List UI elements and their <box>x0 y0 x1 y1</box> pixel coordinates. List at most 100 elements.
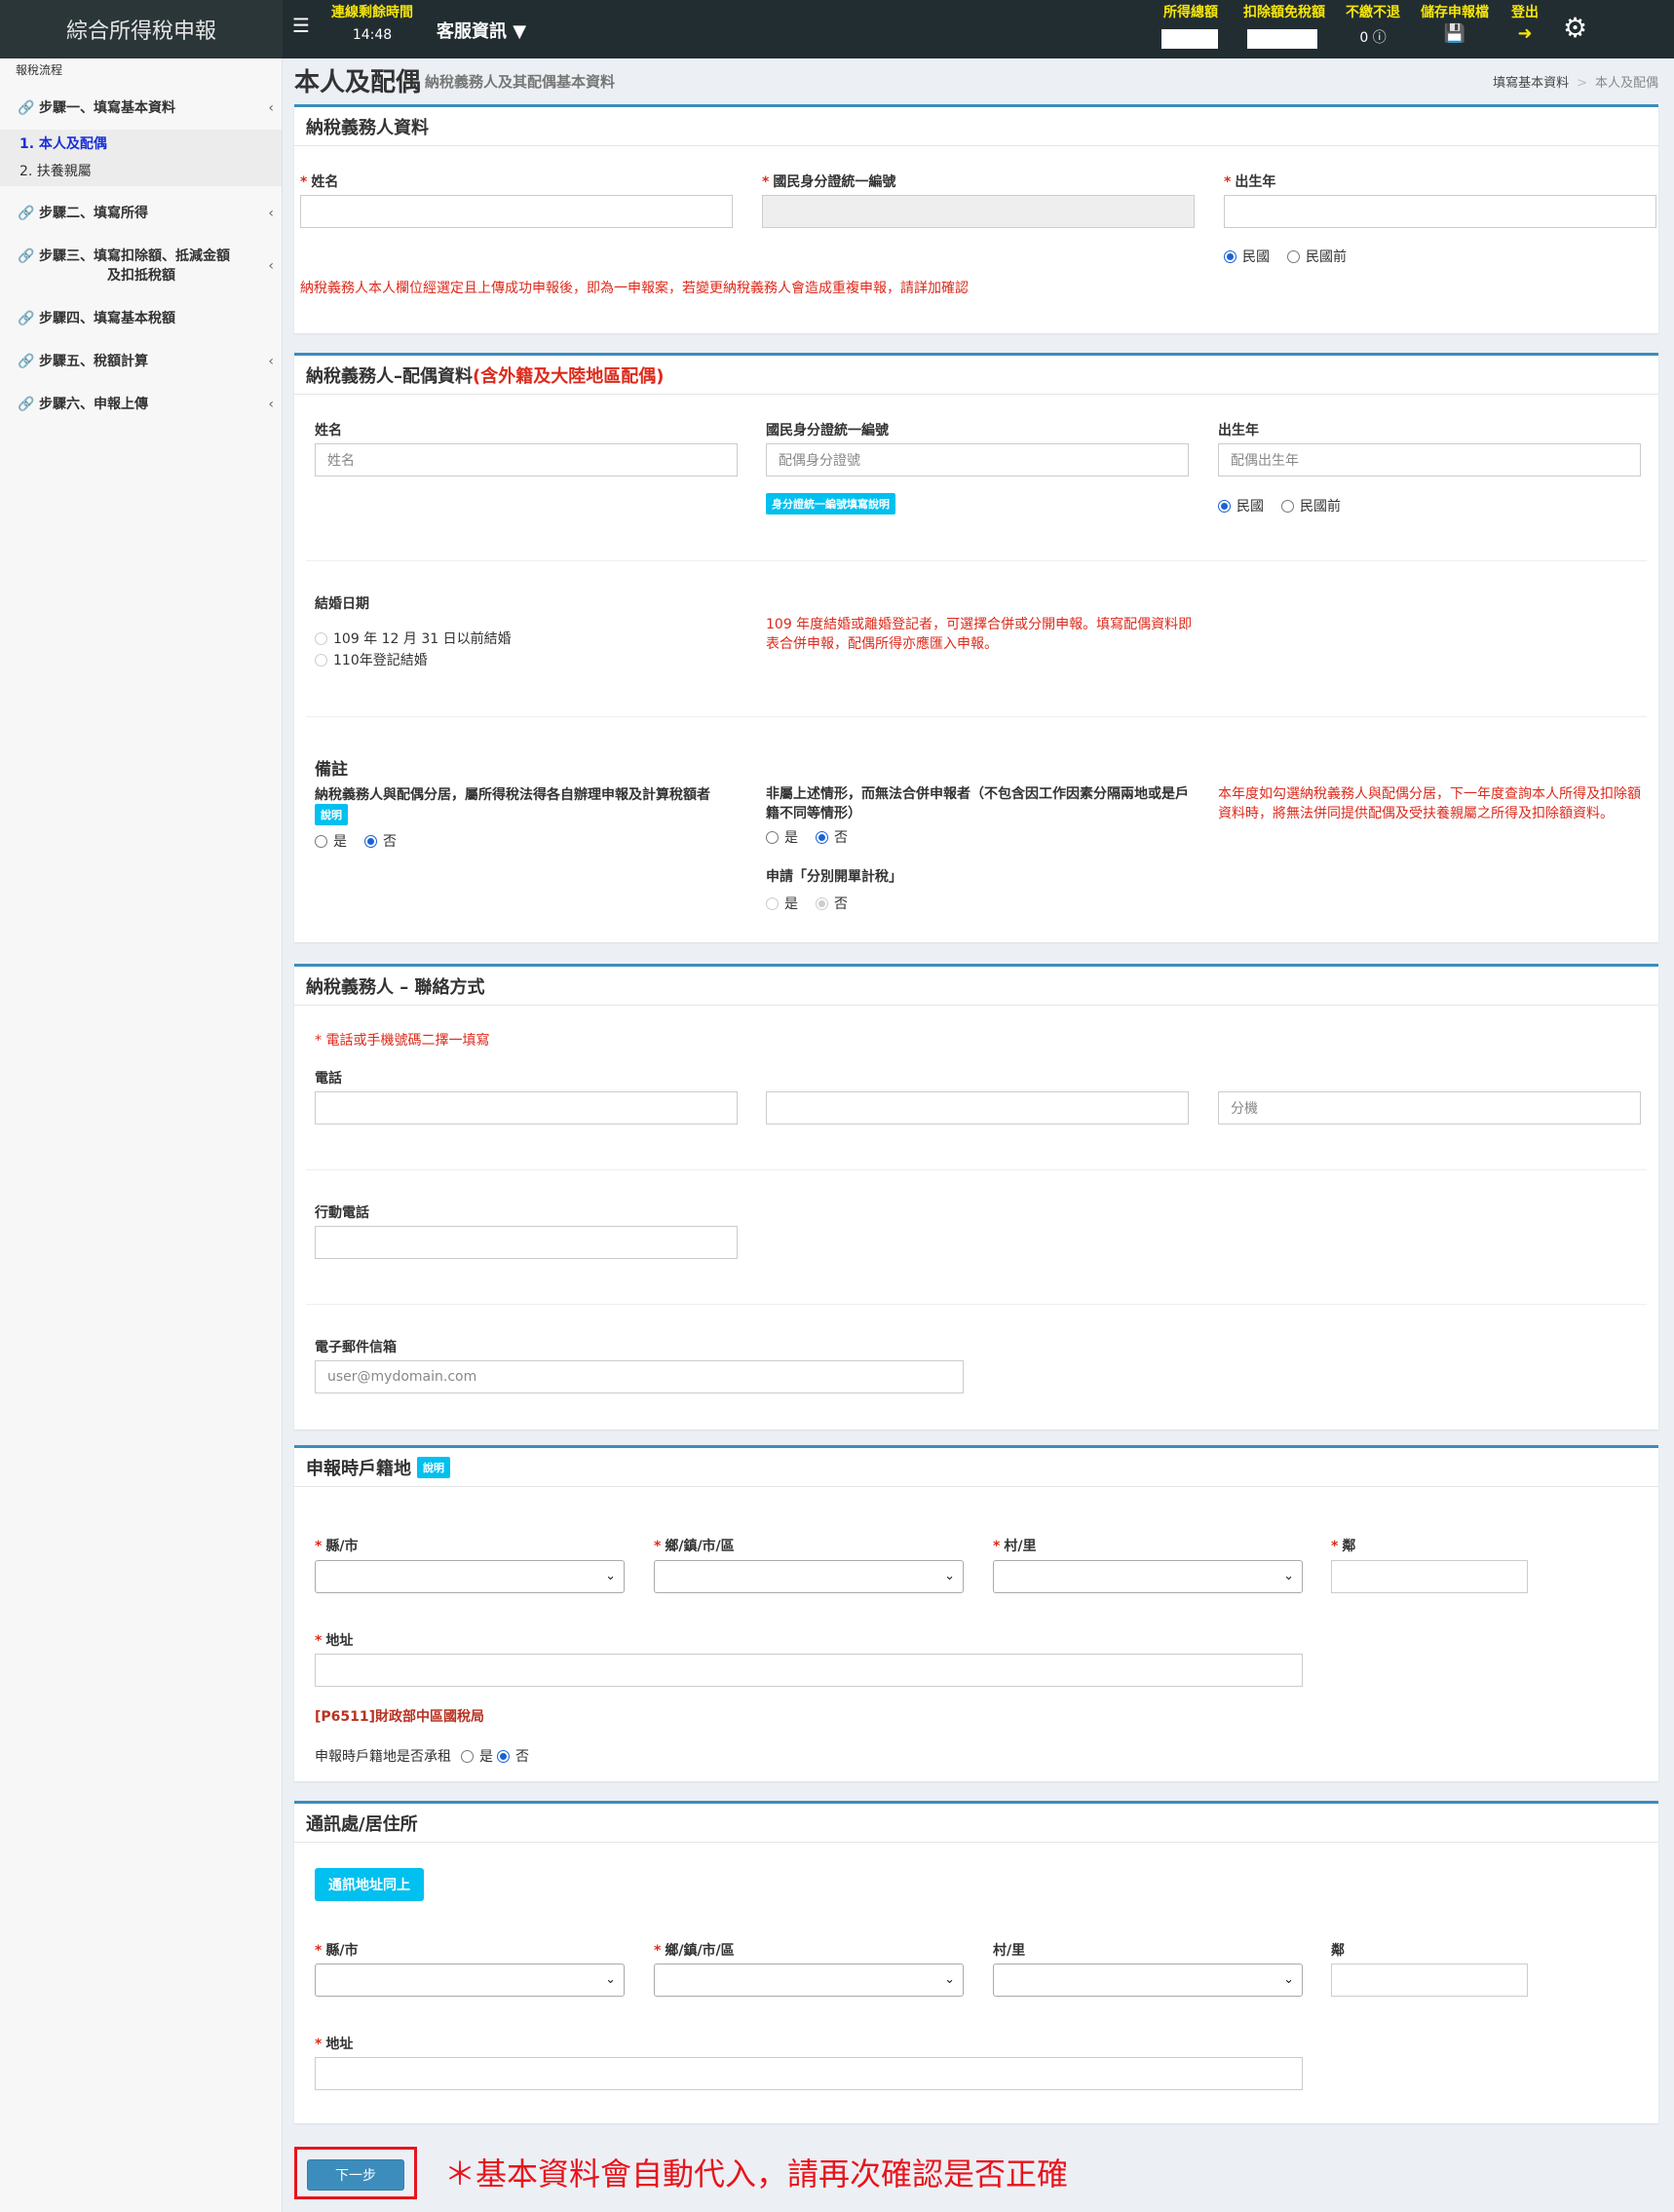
chevron-left-icon: ‹ <box>268 206 274 221</box>
phone-label: 電話 <box>315 1071 342 1087</box>
breadcrumb-item[interactable]: 填寫基本資料 <box>1493 76 1569 91</box>
sidebar-step-label-line2: 及扣抵稅額 <box>107 268 175 284</box>
chevron-left-icon: ‹ <box>268 100 274 116</box>
radio-pre-roc[interactable] <box>1281 499 1294 513</box>
no-refund: 不繳不退 0 ⓘ <box>1343 2 1403 47</box>
info-circle-icon[interactable]: ⓘ <box>1373 30 1387 46</box>
income-total-label: 所得總額 <box>1163 5 1218 20</box>
neighbor-input[interactable] <box>1331 1560 1528 1593</box>
sidebar-step-5[interactable]: 🔗 步驟五、稅額計算 ‹ <box>0 352 282 371</box>
panel-title: 申報時戶籍地 說明 <box>294 1448 1658 1487</box>
spouse-id-input[interactable]: 配偶身分證號 <box>766 443 1189 477</box>
panel-title: 納稅義務人資料 <box>294 107 1658 146</box>
chevron-down-icon: ⌄ <box>605 1569 616 1583</box>
sidebar-step-4[interactable]: 🔗 步驟四、填寫基本稅額 <box>0 309 282 328</box>
radio-yes[interactable] <box>766 896 779 910</box>
sidebar-heading: 報稅流程 <box>16 63 63 77</box>
radio-yes[interactable] <box>766 830 779 844</box>
required-marker: * <box>1224 174 1232 190</box>
explain-button[interactable]: 說明 <box>417 1456 450 1478</box>
phone-number-input[interactable] <box>766 1091 1189 1125</box>
panel-title-note: (含外籍及大陸地區配偶) <box>473 365 665 387</box>
phone-ext-input[interactable]: 分機 <box>1218 1091 1641 1125</box>
separate-radio: 是 否 <box>315 831 397 851</box>
neighbor-label: 鄰 <box>1331 1943 1345 1959</box>
radio-roc[interactable] <box>1218 499 1231 513</box>
next-button-highlight: 下一步 <box>294 2147 417 2199</box>
separate-note: 本年度如勾選納稅義務人與配偶分居，下一年度查詢本人所得及扣除額資料時，將無法併同… <box>1218 786 1641 821</box>
taxpayer-name-input[interactable] <box>300 195 733 228</box>
sidebar-step-3[interactable]: 🔗 步驟三、填寫扣除額、抵減金額 及扣抵稅額 ‹ <box>0 247 282 286</box>
app-brand[interactable]: 綜合所得稅申報 <box>0 0 283 58</box>
id-help-button[interactable]: 身分證統一編號填寫說明 <box>766 493 895 515</box>
county-select[interactable]: ⌄ <box>315 1560 625 1593</box>
chevron-down-icon: ⌄ <box>944 1569 955 1583</box>
radio-yes[interactable] <box>315 834 327 848</box>
radio-no[interactable] <box>816 896 828 910</box>
deduction-label: 扣除額免稅額 <box>1243 5 1325 20</box>
email-input[interactable]: user@mydomain.com <box>315 1360 964 1393</box>
sidebar-item-self-spouse[interactable]: 1. 本人及配偶 <box>0 133 282 155</box>
county-select[interactable]: ⌄ <box>315 1964 625 1997</box>
address-input[interactable] <box>315 1654 1303 1687</box>
service-info-link[interactable]: 客服資訊 ▼ <box>437 18 526 43</box>
breadcrumb: 填寫基本資料 > 本人及配偶 <box>1493 72 1658 91</box>
chevron-down-icon: ⌄ <box>605 1972 616 1987</box>
spouse-id-label: 國民身分證統一編號 <box>766 423 889 439</box>
address-label: * 地址 <box>315 2037 354 2052</box>
sidebar-step-label: 步驟二、填寫所得 <box>39 206 148 221</box>
chevron-down-icon: ⌄ <box>944 1972 955 1987</box>
sidebar-step-2[interactable]: 🔗 步驟二、填寫所得 ‹ <box>0 204 282 223</box>
logout-label: 登出 <box>1511 5 1539 20</box>
spouse-name-input[interactable]: 姓名 <box>315 443 738 477</box>
taxpayer-birth-input[interactable] <box>1224 195 1656 228</box>
save-declaration-button[interactable]: 儲存申報檔 💾 <box>1421 2 1489 44</box>
page-title: 本人及配偶 <box>294 68 422 97</box>
sidebar-step-label: 步驟五、稅額計算 <box>39 354 148 369</box>
content-header: 本人及配偶 納稅義務人及其配偶基本資料 填寫基本資料 > 本人及配偶 <box>294 62 1658 101</box>
radio-no[interactable] <box>364 834 377 848</box>
mobile-input[interactable] <box>315 1226 738 1259</box>
chevron-left-icon: ‹ <box>268 354 274 369</box>
income-total-value <box>1161 29 1218 49</box>
radio-pre-roc[interactable] <box>1287 249 1300 263</box>
phone-area-input[interactable] <box>315 1091 738 1125</box>
chevron-left-icon: ‹ <box>268 258 274 274</box>
neighbor-input[interactable] <box>1331 1964 1528 1997</box>
divider <box>306 716 1647 717</box>
town-select[interactable]: ⌄ <box>654 1560 964 1593</box>
separate-calc-label: 申請「分別開單計稅」 <box>766 869 902 885</box>
village-select[interactable]: ⌄ <box>993 1560 1303 1593</box>
sidebar-step-label: 步驟一、填寫基本資料 <box>39 100 175 116</box>
radio-roc[interactable] <box>1224 249 1236 263</box>
link-icon: 🔗 <box>18 248 35 264</box>
next-button[interactable]: 下一步 <box>307 2159 404 2191</box>
spouse-birth-input[interactable]: 配偶出生年 <box>1218 443 1641 477</box>
sidebar-item-dependents[interactable]: 2. 扶養親屬 <box>0 161 282 182</box>
gear-icon[interactable]: ⚙ <box>1563 12 1587 44</box>
required-marker: * <box>300 174 308 190</box>
logout-button[interactable]: 登出 ➜ <box>1510 2 1540 44</box>
town-select[interactable]: ⌄ <box>654 1964 964 1997</box>
radio-no[interactable] <box>497 1749 510 1763</box>
county-label: * 縣/市 <box>315 1539 359 1554</box>
explain-button[interactable]: 說明 <box>315 804 348 825</box>
link-icon: 🔗 <box>18 100 35 116</box>
link-icon: 🔗 <box>18 354 35 369</box>
village-select[interactable]: ⌄ <box>993 1964 1303 1997</box>
radio-no[interactable] <box>816 830 828 844</box>
radio-yes[interactable] <box>461 1749 474 1763</box>
email-label: 電子郵件信箱 <box>315 1340 397 1355</box>
address-label: * 地址 <box>315 1633 354 1649</box>
sidebar-step-1[interactable]: 🔗 步驟一、填寫基本資料 ‹ <box>0 98 282 118</box>
chevron-down-icon: ⌄ <box>1283 1972 1294 1987</box>
radio-marriage-110[interactable] <box>315 653 327 667</box>
sidebar-step-6[interactable]: 🔗 步驟六、申報上傳 ‹ <box>0 395 282 414</box>
address-input[interactable] <box>315 2057 1303 2090</box>
hamburger-icon[interactable]: ☰ <box>292 14 310 37</box>
radio-marriage-before[interactable] <box>315 631 327 645</box>
marriage-note: 109 年度結婚或離婚登記者，可選擇合併或分開申報。填寫配偶資料即表合併申報，配… <box>766 617 1193 652</box>
no-refund-label: 不繳不退 <box>1346 5 1400 20</box>
taxpayer-id-input <box>762 195 1195 228</box>
same-address-button[interactable]: 通訊地址同上 <box>315 1868 424 1901</box>
